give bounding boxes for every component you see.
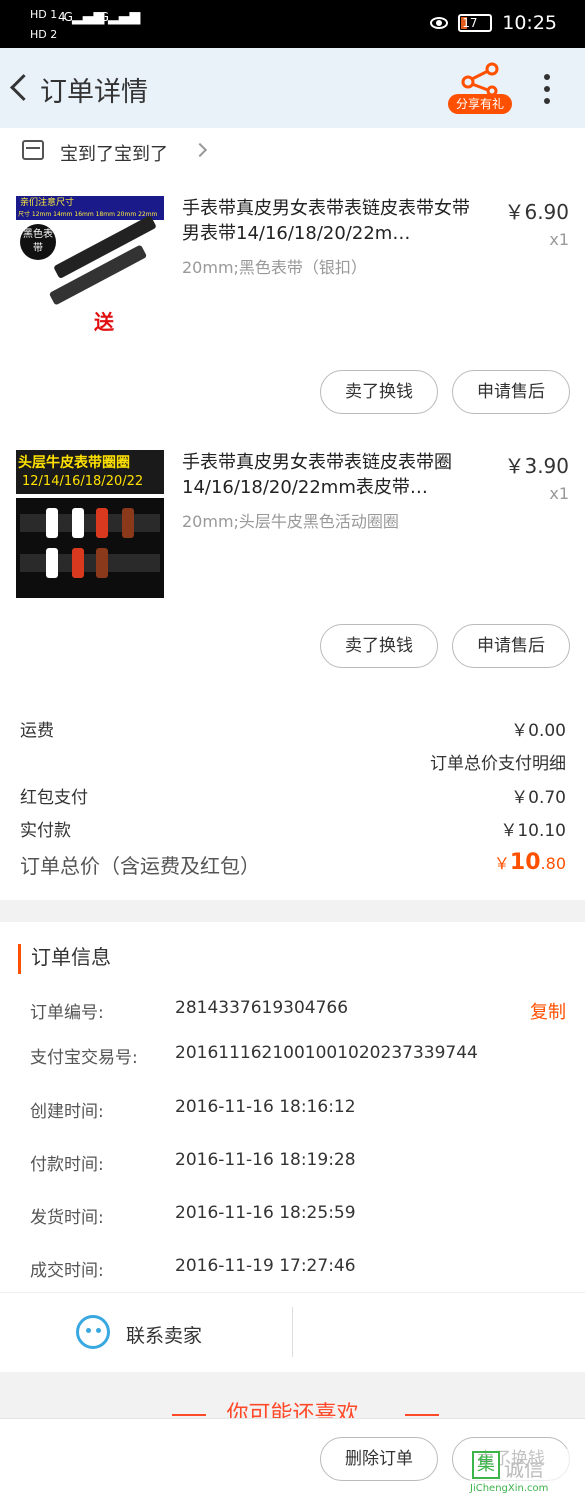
- rec-line-right: [405, 1414, 439, 1416]
- info-key: 发货时间:: [30, 1208, 104, 1228]
- paid-label: 实付款: [20, 821, 71, 841]
- strap-loops-image: [16, 498, 164, 598]
- share-icon: [461, 62, 499, 96]
- contact-seller-button[interactable]: 联系卖家: [0, 1293, 292, 1373]
- info-row-shipped: 发货时间: 2016-11-16 18:25:59: [30, 1203, 570, 1233]
- divider: [292, 1307, 293, 1357]
- total-currency: ￥: [493, 854, 510, 873]
- info-row-paid: 付款时间: 2016-11-16 18:19:28: [30, 1150, 570, 1180]
- battery-icon: 17: [458, 14, 493, 32]
- info-row-alipay-no: 支付宝交易号: 2016111621001001020237339744: [30, 1043, 570, 1073]
- item-price: ￥6.90: [504, 200, 569, 224]
- total-value: ￥10.80: [494, 850, 566, 875]
- sell-button[interactable]: 卖了换钱: [320, 370, 438, 414]
- info-key: 成交时间:: [30, 1261, 104, 1281]
- shop-row[interactable]: 宝到了宝到了: [0, 128, 585, 178]
- order-info-heading: 订单信息: [18, 944, 111, 974]
- product-thumbnail[interactable]: 亲们注意尺寸 尺寸 12mm 14mm 16mm 18mm 20mm 22mm …: [16, 196, 164, 344]
- item-title[interactable]: 手表带真皮男女表带表链皮表带女带男表带14/16/18/20/22m…: [182, 196, 482, 246]
- redpacket-label: 红包支付: [20, 788, 88, 808]
- bottom-action-bar: 删除订单 卖了换钱 集 诚信 JiChengXin.com: [0, 1418, 585, 1500]
- chevron-right-icon: [192, 142, 208, 158]
- signal-indicators: HD 1 HD 2 4G 4G ▂▄▆ ▂▄▆: [30, 8, 140, 42]
- status-bar: HD 1 HD 2 4G 4G ▂▄▆ ▂▄▆ 17 10:25: [0, 0, 585, 48]
- info-key: 支付宝交易号:: [30, 1048, 138, 1068]
- thumb-banner: 亲们注意尺寸: [16, 196, 164, 210]
- copy-button[interactable]: 复制: [530, 998, 566, 1024]
- watermark-url: JiChengXin.com: [470, 1483, 549, 1494]
- clock: 10:25: [502, 12, 557, 34]
- shipping-row: 运费 ￥0.00: [20, 716, 566, 746]
- item-price: ￥3.90: [504, 454, 569, 478]
- shipping-value: ￥0.00: [511, 721, 566, 741]
- order-item[interactable]: 头层牛皮表带圈圈 12/14/16/18/20/22 手表带真皮男女表带表链皮表…: [0, 432, 585, 682]
- order-item[interactable]: 亲们注意尺寸 尺寸 12mm 14mm 16mm 18mm 20mm 22mm …: [0, 178, 585, 428]
- after-sale-button[interactable]: 申请售后: [452, 624, 570, 668]
- signal-bars-icon: ▂▄▆: [72, 9, 105, 25]
- watermark-logo: 集 诚信 JiChengXin.com: [470, 1449, 582, 1499]
- total-int: 10: [509, 850, 541, 875]
- total-row: 订单总价（含运费及红包） ￥10.80: [20, 850, 566, 884]
- delete-order-button[interactable]: 删除订单: [320, 1437, 438, 1481]
- sim1-label: HD 1: [30, 8, 58, 21]
- contact-seller-label: 联系卖家: [126, 1325, 203, 1347]
- item-spec: 20mm;头层牛皮黑色活动圈圈: [182, 512, 399, 531]
- nav-bar: 订单详情 分享有礼: [0, 48, 585, 128]
- info-value: 2814337619304766: [175, 998, 349, 1018]
- info-key: 订单编号:: [30, 1003, 104, 1023]
- sell-button[interactable]: 卖了换钱: [320, 624, 438, 668]
- back-icon[interactable]: [8, 70, 38, 106]
- redpacket-row: 红包支付 ￥0.70: [20, 783, 566, 813]
- contact-seller-bar: 联系卖家: [0, 1292, 585, 1372]
- watermark-box: 集: [472, 1451, 500, 1479]
- total-label: 订单总价（含运费及红包）: [20, 854, 260, 878]
- info-value: 2016-11-16 18:25:59: [175, 1203, 356, 1223]
- watermark-text: 诚信: [504, 1457, 544, 1481]
- info-value: 2016-11-16 18:16:12: [175, 1097, 356, 1117]
- page-title: 订单详情: [40, 77, 148, 108]
- eye-comfort-icon: [430, 17, 449, 29]
- share-label: 分享有礼: [448, 94, 512, 114]
- item-qty: x1: [549, 230, 569, 249]
- shop-icon: [22, 140, 44, 160]
- sim2-label: HD 2: [30, 28, 58, 41]
- info-value: 2016-11-16 18:19:28: [175, 1150, 356, 1170]
- redpacket-value: ￥0.70: [511, 788, 566, 808]
- signal-bars-icon-2: ▂▄▆: [108, 9, 141, 25]
- after-sale-button[interactable]: 申请售后: [452, 370, 570, 414]
- info-key: 创建时间:: [30, 1102, 104, 1122]
- total-dec: .80: [540, 854, 566, 873]
- payment-detail-row[interactable]: 订单总价支付明细: [20, 749, 566, 779]
- share-button[interactable]: 分享有礼: [446, 62, 514, 116]
- info-value: 2016111621001001020237339744: [175, 1043, 478, 1063]
- info-value: 2016-11-19 17:27:46: [175, 1256, 356, 1276]
- info-row-order-no: 订单编号: 2814337619304766 复制: [30, 998, 570, 1028]
- info-key: 付款时间:: [30, 1155, 104, 1175]
- customer-service-icon: [76, 1315, 110, 1349]
- item-spec: 20mm;黑色表带（银扣）: [182, 258, 367, 277]
- paid-row: 实付款 ￥10.10: [20, 816, 566, 846]
- thumb-gift: 送: [94, 310, 114, 334]
- thumb-sizes: 12/14/16/18/20/22: [22, 474, 144, 489]
- more-icon[interactable]: [532, 72, 562, 106]
- recommend-label: 你可能还喜欢: [226, 1402, 359, 1418]
- battery-level: 17: [462, 16, 478, 30]
- info-row-created: 创建时间: 2016-11-16 18:16:12: [30, 1097, 570, 1127]
- product-thumbnail[interactable]: 头层牛皮表带圈圈 12/14/16/18/20/22: [16, 450, 164, 598]
- payment-detail-link[interactable]: 订单总价支付明细: [430, 749, 566, 774]
- net1-label: 4G: [58, 10, 73, 24]
- thumb-banner: 头层牛皮表带圈圈: [18, 455, 130, 471]
- shipping-label: 运费: [20, 721, 54, 741]
- shop-name: 宝到了宝到了: [60, 144, 168, 165]
- item-qty: x1: [549, 484, 569, 503]
- section-divider: [0, 900, 585, 922]
- thumb-badge: 黑色表带: [20, 224, 56, 260]
- item-title[interactable]: 手表带真皮男女表带表链皮表带圈14/16/18/20/22mm表皮带…: [182, 450, 482, 500]
- paid-value: ￥10.10: [500, 821, 566, 841]
- info-row-completed: 成交时间: 2016-11-19 17:27:46: [30, 1256, 570, 1286]
- recommend-header: 你可能还喜欢: [0, 1372, 585, 1418]
